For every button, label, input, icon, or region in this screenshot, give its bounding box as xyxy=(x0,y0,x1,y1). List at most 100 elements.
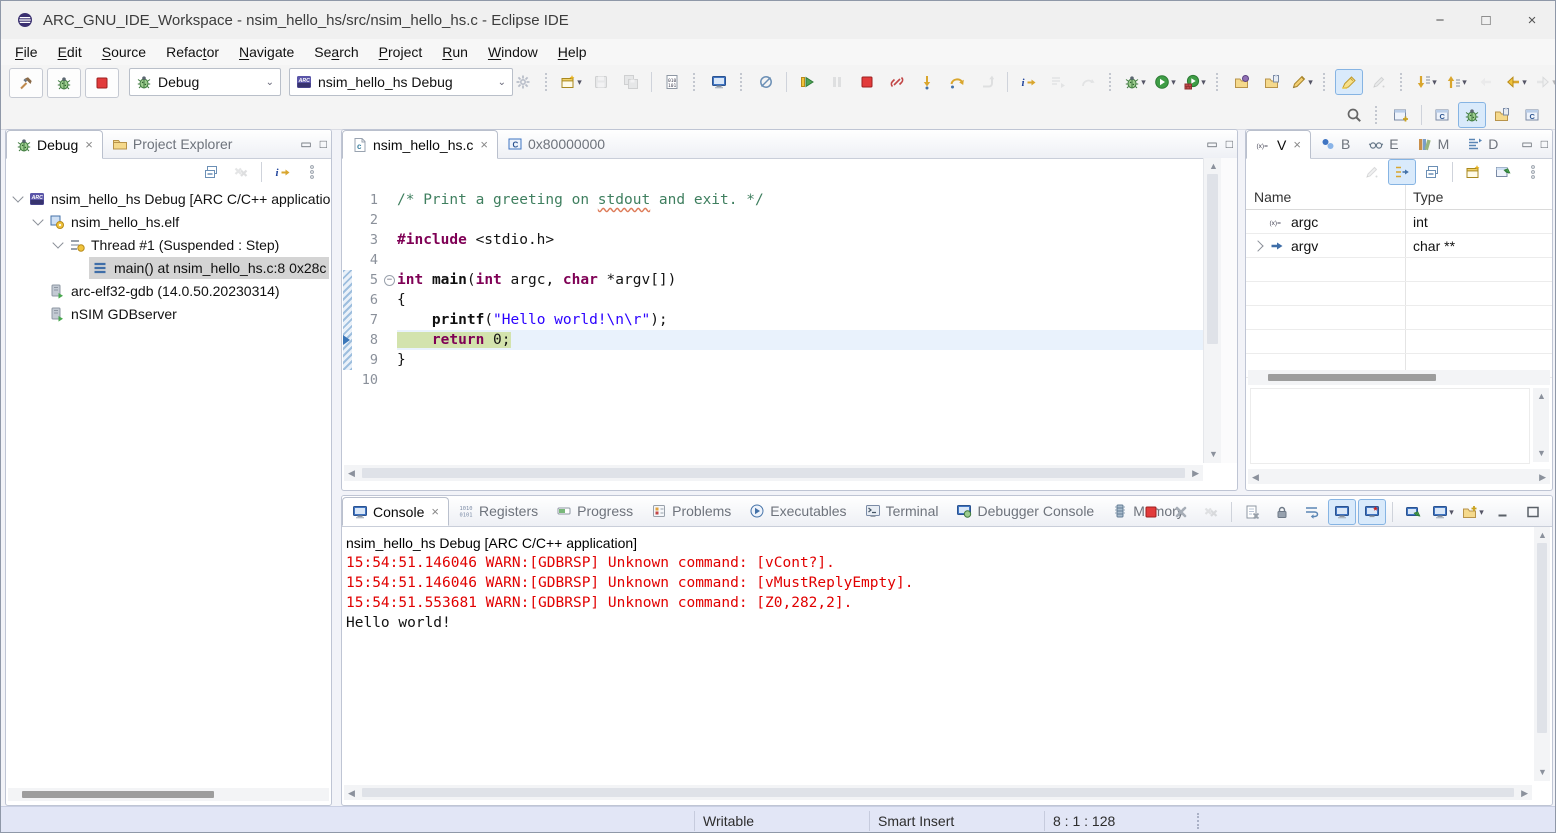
maximize-view-button[interactable] xyxy=(1519,499,1547,525)
code-line-2[interactable]: 2 xyxy=(343,210,1238,230)
dropdown-arrow-icon[interactable]: ▾ xyxy=(1308,77,1313,88)
minimize-view-button[interactable] xyxy=(1489,499,1517,525)
menu-run[interactable]: Run xyxy=(432,41,478,63)
dropdown-arrow-icon[interactable]: ▾ xyxy=(1479,507,1484,518)
code-line-8[interactable]: 8 return 0; xyxy=(343,330,1238,350)
view-menu-button[interactable] xyxy=(1519,159,1547,185)
view-tab-v[interactable]: (x)=V× xyxy=(1246,130,1311,159)
view-tab-debugger-console[interactable]: Debugger Console xyxy=(947,498,1103,525)
column-name[interactable]: Name xyxy=(1246,185,1406,209)
menu-source[interactable]: Source xyxy=(92,41,156,63)
debug-tree-item[interactable]: main() at nsim_hello_hs.c:8 0x28c xyxy=(6,256,331,279)
open-type-button[interactable] xyxy=(1228,69,1256,95)
debug-tree-item[interactable]: arc-elf32-gdb (14.0.50.20230314) xyxy=(6,279,331,302)
menu-project[interactable]: Project xyxy=(369,41,433,63)
menu-navigate[interactable]: Navigate xyxy=(229,41,304,63)
details-vscrollbar[interactable]: ▲ ▼ xyxy=(1533,388,1549,462)
run-as-button[interactable]: ▾ xyxy=(1151,69,1179,95)
maximize-view-icon[interactable]: □ xyxy=(1541,137,1548,151)
minimize-view-icon[interactable]: ▭ xyxy=(1521,137,1532,151)
skip-all-breakpoints-button[interactable] xyxy=(752,69,780,95)
view-tab-e[interactable]: E xyxy=(1359,131,1407,158)
debug-tree-item[interactable]: Thread #1 (Suspended : Step) xyxy=(6,233,331,256)
code-editor[interactable]: 1/* Print a greeting on stdout and exit.… xyxy=(343,187,1238,390)
dropdown-arrow-icon[interactable]: ▾ xyxy=(1462,77,1467,88)
new-wizard-button[interactable]: ▾ xyxy=(557,69,585,95)
view-tab-progress[interactable]: Progress xyxy=(547,498,642,525)
close-tab-icon[interactable]: × xyxy=(480,137,488,152)
tree-expander-icon[interactable] xyxy=(32,214,43,225)
code-line-10[interactable]: 10 xyxy=(343,370,1238,390)
code-line-9[interactable]: 9} xyxy=(343,350,1238,370)
view-tab-problems[interactable]: Problems xyxy=(642,498,740,525)
dropdown-arrow-icon[interactable]: ▾ xyxy=(577,77,582,88)
close-button[interactable]: × xyxy=(1509,1,1555,39)
resume-button[interactable] xyxy=(793,69,821,95)
minimize-view-icon[interactable]: ▭ xyxy=(1206,137,1217,151)
console-hscrollbar[interactable]: ◀ ▶ xyxy=(344,785,1532,800)
dropdown-arrow-icon[interactable]: ▾ xyxy=(1171,77,1176,88)
instruction-stepping-button[interactable]: i xyxy=(1014,69,1042,95)
code-line-5[interactable]: 5−int main(int argc, char *argv[]) xyxy=(343,270,1238,290)
pin-view-button[interactable] xyxy=(1489,159,1517,185)
debug-tree-item[interactable]: nSIM GDBserver xyxy=(6,302,331,325)
minimize-view-icon[interactable]: ▭ xyxy=(300,137,311,151)
back-history-button[interactable]: ▾ xyxy=(1502,69,1530,95)
show-logical-structures-button[interactable] xyxy=(1388,159,1416,185)
remote-console-button[interactable] xyxy=(705,69,733,95)
view-tab-registers[interactable]: 10100101Registers xyxy=(449,498,547,525)
view-menu-button[interactable] xyxy=(298,159,326,185)
terminate-button[interactable] xyxy=(1137,499,1165,525)
view-tab-debug[interactable]: Debug× xyxy=(6,130,103,159)
open-console-button[interactable]: ▾ xyxy=(1459,499,1487,525)
fold-collapse-icon[interactable]: − xyxy=(384,275,395,286)
stop-button[interactable] xyxy=(85,68,119,98)
view-tab-m[interactable]: M xyxy=(1408,131,1459,158)
console-output[interactable]: nsim_hello_hs Debug [ARC C/C++ applicati… xyxy=(342,527,1552,633)
close-tab-icon[interactable]: × xyxy=(85,137,93,152)
variables-hscrollbar[interactable] xyxy=(1248,370,1550,385)
menu-file[interactable]: File xyxy=(5,41,48,63)
new-view-button[interactable] xyxy=(1459,159,1487,185)
variable-details-pane[interactable] xyxy=(1250,388,1530,464)
details-hscrollbar[interactable]: ◀ ▶ xyxy=(1248,469,1550,484)
perspective-debug-button[interactable] xyxy=(1458,102,1486,128)
menu-window[interactable]: Window xyxy=(478,41,548,63)
binary-counter-button[interactable]: 010101 xyxy=(658,69,686,95)
open-perspective-button[interactable] xyxy=(1387,102,1415,128)
build-button[interactable] xyxy=(9,68,43,98)
code-line-6[interactable]: 6{ xyxy=(343,290,1238,310)
previous-annotation-button[interactable]: ▾ xyxy=(1442,69,1470,95)
perspective-resource-button[interactable] xyxy=(1488,102,1516,128)
variable-row-argv[interactable]: argvchar ** xyxy=(1246,234,1552,258)
menu-search[interactable]: Search xyxy=(304,41,368,63)
mark-occurrences-button[interactable] xyxy=(1335,69,1363,95)
step-into-button[interactable] xyxy=(913,69,941,95)
code-line-7[interactable]: 7 printf("Hello world!\n\r"); xyxy=(343,310,1238,330)
editor-vscrollbar[interactable]: ▲ ▼ xyxy=(1203,158,1221,463)
view-tab-executables[interactable]: Executables xyxy=(740,498,855,525)
view-tab-b[interactable]: B xyxy=(1311,131,1359,158)
disconnect-button[interactable] xyxy=(883,69,911,95)
launch-gear[interactable] xyxy=(515,68,531,96)
debug-tree-item[interactable]: ARCnsim_hello_hs Debug [ARC C/C++ applic… xyxy=(6,187,331,210)
menu-help[interactable]: Help xyxy=(548,41,597,63)
pin-console-button[interactable] xyxy=(1399,499,1427,525)
search-button[interactable] xyxy=(1340,102,1368,128)
editor-tab-nsim-hello-hs-c[interactable]: cnsim_hello_hs.c× xyxy=(342,130,498,159)
word-wrap-button[interactable] xyxy=(1298,499,1326,525)
editor-tab-0x80000000[interactable]: C0x80000000 xyxy=(498,131,614,158)
collapse-all-button[interactable] xyxy=(1418,159,1446,185)
dropdown-arrow-icon[interactable]: ▾ xyxy=(1432,77,1437,88)
variable-row-argc[interactable]: (x)=argcint xyxy=(1246,210,1552,234)
editor-hscrollbar[interactable]: ◀ ▶ xyxy=(344,465,1203,481)
dropdown-arrow-icon[interactable]: ▾ xyxy=(1449,507,1454,518)
debug-button[interactable] xyxy=(47,68,81,98)
minimize-button[interactable]: − xyxy=(1417,1,1463,39)
perspective-c-button[interactable]: C xyxy=(1518,102,1546,128)
view-tab-d[interactable]: D xyxy=(1458,131,1507,158)
terminate-button[interactable] xyxy=(853,69,881,95)
close-tab-icon[interactable]: × xyxy=(431,504,439,519)
display-console-button[interactable]: ▾ xyxy=(1429,499,1457,525)
show-on-stderr-button[interactable] xyxy=(1358,499,1386,525)
